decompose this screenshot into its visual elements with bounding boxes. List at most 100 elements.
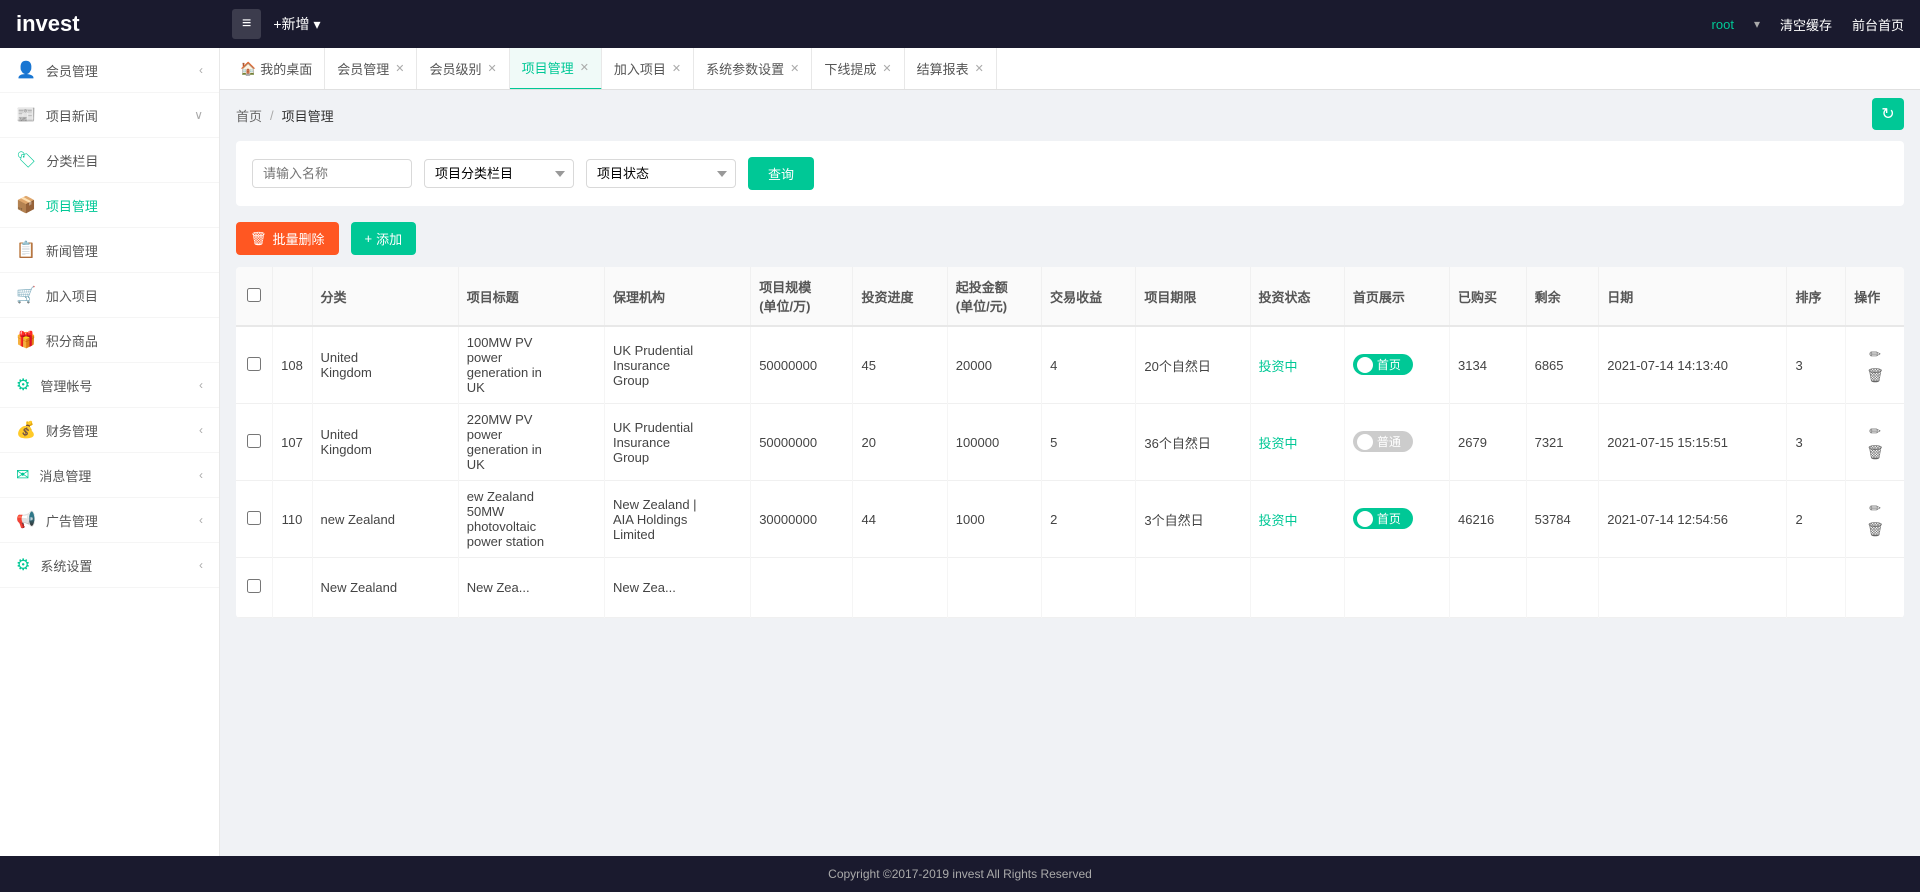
row-scale-2: 50000000 [751, 404, 853, 481]
status-filter-select[interactable]: 项目状态 [586, 159, 736, 188]
sidebar-item-project-news[interactable]: 📰 项目新闻 ∨ [0, 93, 219, 138]
row-progress-3: 44 [853, 481, 947, 558]
row-progress-1: 45 [853, 326, 947, 404]
sidebar-item-category-column[interactable]: 🏷 分类栏目 [0, 138, 219, 183]
tab-system-params[interactable]: 系统参数设置 ✕ [694, 48, 812, 90]
row-homepage-3[interactable]: 首页 [1344, 481, 1449, 558]
row-homepage-2[interactable]: 普通 [1344, 404, 1449, 481]
query-button[interactable]: 查询 [748, 157, 814, 190]
header-period: 项目期限 [1136, 267, 1250, 326]
row-date-4 [1599, 558, 1787, 618]
header-scale: 项目规模(单位/万) [751, 267, 853, 326]
header-title: 项目标题 [458, 267, 604, 326]
tab-label-member-mgmt: 会员管理 [337, 59, 389, 78]
row-yield-4 [1042, 558, 1136, 618]
category-icon: 🏷 [16, 150, 36, 170]
header-category: 分类 [312, 267, 458, 326]
tab-member-level[interactable]: 会员级别 ✕ [417, 48, 509, 90]
row-select-3[interactable] [247, 511, 261, 525]
sidebar-item-project-mgmt[interactable]: 📦 项目管理 [0, 183, 219, 228]
points-icon: 🎁 [16, 330, 36, 350]
row-category-3: new Zealand [312, 481, 458, 558]
sidebar-arrow-finance: ‹ [199, 423, 203, 437]
edit-button-2[interactable]: ✏ [1869, 423, 1881, 440]
sidebar-item-join-project[interactable]: 🛒 加入项目 [0, 273, 219, 318]
name-filter-input[interactable] [252, 159, 412, 188]
header-action: 操作 [1846, 267, 1904, 326]
sidebar-item-system-settings[interactable]: ⚙ 系统设置 ‹ [0, 543, 219, 588]
news-mgmt-icon: 📋 [16, 240, 36, 260]
delete-button-3[interactable]: 🗑 [1866, 521, 1884, 538]
delete-button-1[interactable]: 🗑 [1866, 367, 1884, 384]
edit-button-1[interactable]: ✏ [1869, 346, 1881, 363]
header-date: 日期 [1599, 267, 1787, 326]
home-icon: 🏠 [240, 61, 256, 77]
row-purchased-3: 46216 [1450, 481, 1527, 558]
user-dropdown-icon[interactable]: ▾ [1754, 17, 1760, 31]
sidebar-item-mgmt-account[interactable]: ⚙ 管理帐号 ‹ [0, 363, 219, 408]
ad-icon: 📢 [16, 510, 36, 530]
tab-member-mgmt[interactable]: 会员管理 ✕ [325, 48, 417, 90]
sidebar-label-news-mgmt: 新闻管理 [46, 241, 98, 260]
main-content: 首页 / 项目管理 ↻ 项目分类栏目 项目状态 查询 🗑 批量删除 + 添加 [220, 90, 1920, 856]
tab-close-member-mgmt[interactable]: ✕ [395, 62, 404, 75]
row-action-2: ✏ 🗑 [1846, 404, 1904, 481]
sidebar-item-finance-mgmt[interactable]: 💰 财务管理 ‹ [0, 408, 219, 453]
delete-button-2[interactable]: 🗑 [1866, 444, 1884, 461]
breadcrumb-home[interactable]: 首页 [236, 106, 262, 125]
data-table: 分类 项目标题 保理机构 项目规模(单位/万) 投资进度 起投金额(单位/元) … [236, 267, 1904, 618]
row-select-2[interactable] [247, 434, 261, 448]
row-checkbox [236, 326, 272, 404]
category-filter-select[interactable]: 项目分类栏目 [424, 159, 574, 188]
user-name[interactable]: root [1712, 17, 1734, 32]
homepage-toggle-2[interactable]: 普通 [1353, 431, 1413, 452]
sidebar-label-account: 管理帐号 [40, 376, 92, 395]
row-institution-4: New Zea... [604, 558, 750, 618]
row-category-4: New Zealand [312, 558, 458, 618]
toggle-circle-2 [1357, 434, 1373, 450]
menu-toggle-button[interactable]: ≡ [232, 9, 261, 39]
row-sort-1: 3 [1787, 326, 1846, 404]
toggle-circle-3 [1357, 511, 1373, 527]
sidebar-item-message-mgmt[interactable]: ✉ 消息管理 ‹ [0, 453, 219, 498]
tab-project-mgmt[interactable]: 项目管理 ✕ [510, 48, 602, 90]
tab-my-desk[interactable]: 🏠 我的桌面 [228, 48, 325, 90]
homepage-toggle-3[interactable]: 首页 [1353, 508, 1413, 529]
row-select-4[interactable] [247, 579, 261, 593]
sidebar-item-news-mgmt[interactable]: 📋 新闻管理 [0, 228, 219, 273]
tab-close-offline[interactable]: ✕ [882, 62, 891, 75]
clear-cache-button[interactable]: 清空缓存 [1780, 15, 1832, 34]
row-status-4 [1250, 558, 1344, 618]
tab-close-project-mgmt[interactable]: ✕ [580, 61, 589, 74]
tab-close-system-params[interactable]: ✕ [790, 62, 799, 75]
row-yield-1: 4 [1042, 326, 1136, 404]
row-progress-4 [853, 558, 947, 618]
homepage-toggle-1[interactable]: 首页 [1353, 354, 1413, 375]
add-project-button[interactable]: + 添加 [351, 222, 417, 255]
tab-close-member-level[interactable]: ✕ [487, 62, 496, 75]
row-homepage-1[interactable]: 首页 [1344, 326, 1449, 404]
sidebar-item-member-mgmt[interactable]: 👤 会员管理 ‹ [0, 48, 219, 93]
sidebar: 👤 会员管理 ‹ 📰 项目新闻 ∨ 🏷 分类栏目 📦 项目管理 📋 新闻管理 🛒 [0, 48, 220, 856]
breadcrumb-current: 项目管理 [282, 106, 334, 125]
row-category-1: United Kingdom [312, 326, 458, 404]
select-all-checkbox[interactable] [247, 288, 261, 302]
add-new-button[interactable]: +新增 ▾ [273, 14, 320, 34]
header-institution: 保理机构 [604, 267, 750, 326]
batch-delete-button[interactable]: 🗑 批量删除 [236, 222, 339, 255]
sidebar-item-points-goods[interactable]: 🎁 积分商品 [0, 318, 219, 363]
row-select-1[interactable] [247, 357, 261, 371]
row-action-1: ✏ 🗑 [1846, 326, 1904, 404]
sidebar-item-ad-mgmt[interactable]: 📢 广告管理 ‹ [0, 498, 219, 543]
front-page-button[interactable]: 前台首页 [1852, 15, 1904, 34]
tab-join-project[interactable]: 加入项目 ✕ [602, 48, 694, 90]
tab-offline-commission[interactable]: 下线提成 ✕ [812, 48, 904, 90]
edit-button-3[interactable]: ✏ [1869, 500, 1881, 517]
refresh-button[interactable]: ↻ [1872, 98, 1904, 130]
sidebar-label-settings: 系统设置 [40, 556, 92, 575]
tab-settlement-report[interactable]: 结算报表 ✕ [905, 48, 997, 90]
header-checkbox [236, 267, 272, 326]
tab-close-settlement[interactable]: ✕ [975, 62, 984, 75]
tab-label-my-desk: 我的桌面 [260, 59, 312, 78]
tab-close-join-project[interactable]: ✕ [672, 62, 681, 75]
